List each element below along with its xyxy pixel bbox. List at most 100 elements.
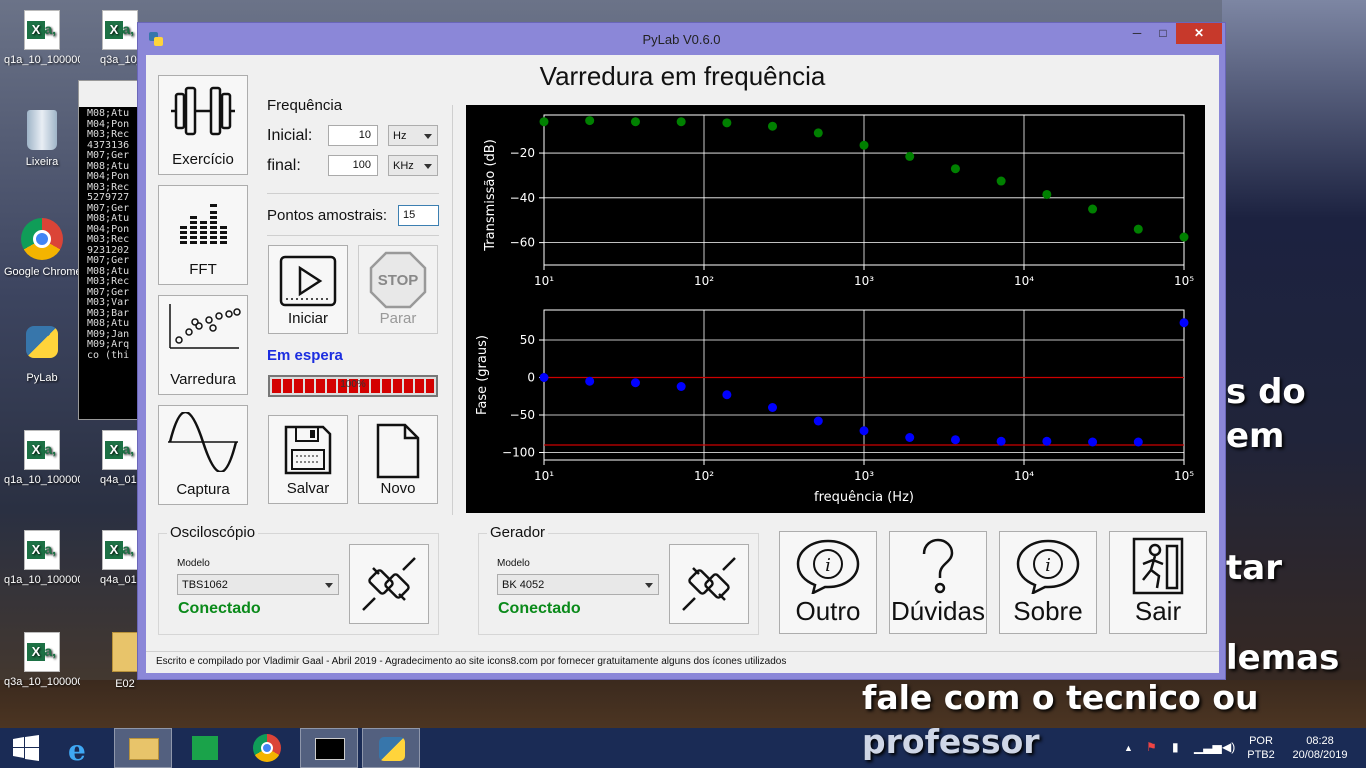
flag-icon[interactable]: ⚑	[1146, 740, 1157, 754]
clock-date: 20/08/2019	[1292, 749, 1348, 761]
taskbar-pylab[interactable]	[362, 728, 420, 768]
desktop-icon-folder[interactable]: E02	[110, 632, 140, 690]
taskbar-internet-explorer[interactable]: e	[54, 728, 112, 768]
oscilloscope-model-label: Modelo	[177, 558, 210, 569]
desktop-icon-excel-file[interactable]: Xa, q1a_10_1000000...	[4, 530, 80, 586]
y-tick-label: −50	[510, 408, 535, 422]
desktop-icon-excel-file[interactable]: Xa, q4a_01...	[100, 430, 140, 486]
help-button[interactable]: Dúvidas	[889, 531, 987, 634]
floppy-disk-icon	[284, 425, 332, 475]
clock-time: 08:28	[1306, 735, 1334, 747]
desktop-icon-chrome[interactable]: Google Chrome	[4, 218, 80, 278]
stop-button[interactable]: STOP Parar	[358, 245, 438, 334]
sweep-button[interactable]: Varredura	[158, 295, 248, 395]
desktop-icon-pylab[interactable]: PyLab	[4, 326, 80, 384]
fft-button[interactable]: FFT	[158, 185, 248, 285]
initial-frequency-input[interactable]: 10	[328, 125, 378, 146]
help-label: Dúvidas	[891, 596, 985, 626]
generator-model-label: Modelo	[497, 558, 530, 569]
data-point	[950, 164, 960, 174]
data-point	[630, 117, 640, 127]
desktop-icon-excel-file[interactable]: Xa, q3a_10_1...	[100, 10, 140, 66]
excel-icon: Xa,	[24, 10, 60, 50]
fft-label: FFT	[189, 261, 217, 278]
keyboard-layout-label: PTB2	[1247, 749, 1275, 761]
excel-icon: Xa,	[24, 530, 60, 570]
start-button[interactable]: Iniciar	[268, 245, 348, 334]
data-point	[539, 373, 549, 382]
minimize-button[interactable]: ─	[1124, 23, 1150, 44]
capture-button[interactable]: Captura	[158, 405, 248, 505]
new-button[interactable]: Novo	[358, 415, 438, 504]
y-tick-label: −60	[510, 236, 535, 250]
initial-unit-select[interactable]: Hz	[388, 125, 438, 146]
desktop-icon-excel-file[interactable]: Xa, q4a_01u...	[100, 530, 140, 586]
battery-icon[interactable]: ▮	[1172, 740, 1179, 754]
final-frequency-input[interactable]: 100	[328, 155, 378, 176]
close-button[interactable]: ✕	[1176, 23, 1222, 44]
taskbar-file-explorer[interactable]	[114, 728, 172, 768]
plug-connect-icon	[362, 557, 416, 611]
show-hidden-icons-icon[interactable]: ▲	[1124, 741, 1133, 755]
data-point	[585, 376, 595, 386]
generator-connect-button[interactable]	[669, 544, 749, 624]
page-title: Varredura em frequência	[539, 61, 826, 91]
sweep-label: Varredura	[170, 371, 236, 388]
final-unit-value: KHz	[393, 160, 414, 172]
about-button[interactable]: i Sobre	[999, 531, 1097, 634]
save-label: Salvar	[286, 480, 330, 497]
window-titlebar[interactable]: PyLab V0.6.0 ─ □ ✕	[138, 23, 1225, 55]
desktop-icon-excel-file[interactable]: Xa, q3a_10_100000...	[4, 632, 80, 688]
magnitude-axes: 10¹ 10² 10³ 10⁴ 10⁵ −20 −40 −60	[510, 114, 1194, 288]
generator-model-select[interactable]: BK 4052	[497, 574, 659, 595]
oscilloscope-group: Osciloscópio Modelo TBS1062 Conectado	[158, 524, 439, 635]
desktop-icon-excel-file[interactable]: Xa, q1a_10_100000...	[4, 10, 80, 66]
x-tick-label: 10⁵	[1174, 274, 1194, 288]
x-tick-label: 10³	[854, 469, 874, 483]
initial-unit-value: Hz	[393, 130, 407, 142]
clock[interactable]: 08:28 20/08/2019	[1286, 734, 1354, 762]
waveform-icon	[168, 412, 238, 472]
data-point	[905, 433, 915, 442]
volume-icon[interactable]: ◀)	[1222, 740, 1235, 754]
sample-points-input[interactable]: 15	[398, 205, 439, 226]
input-language[interactable]: POR PTB2	[1244, 734, 1278, 762]
start-button-taskbar[interactable]	[0, 728, 58, 768]
data-point	[1088, 204, 1098, 214]
exit-icon	[1132, 537, 1184, 595]
data-point	[585, 116, 595, 126]
stop-sign-icon: STOP	[369, 251, 427, 309]
desktop-icon-excel-file[interactable]: Xa, q1a_10_100000...	[4, 430, 80, 486]
save-button[interactable]: Salvar	[268, 415, 348, 504]
taskbar-console[interactable]	[300, 728, 358, 768]
data-point	[1179, 318, 1189, 328]
oscilloscope-connect-button[interactable]	[349, 544, 429, 624]
chevron-down-icon	[424, 164, 432, 169]
taskbar-store[interactable]	[176, 728, 234, 768]
final-unit-select[interactable]: KHz	[388, 155, 438, 176]
folder-icon	[129, 738, 159, 760]
maximize-button[interactable]: □	[1150, 23, 1176, 44]
initial-frequency-label: Inicial:	[267, 127, 313, 144]
data-point	[859, 426, 869, 436]
other-button[interactable]: i Outro	[779, 531, 877, 634]
oscilloscope-model-select[interactable]: TBS1062	[177, 574, 339, 595]
data-point	[722, 118, 732, 128]
chevron-down-icon	[645, 583, 653, 588]
desktop-icon-recycle-bin[interactable]: Lixeira	[4, 110, 80, 168]
exit-button[interactable]: Sair	[1109, 531, 1207, 634]
taskbar-chrome[interactable]	[238, 728, 296, 768]
magnitude-ylabel: Transmissão (dB)	[483, 139, 498, 252]
signal-icon[interactable]: ▁▃▅	[1194, 740, 1222, 754]
stop-sign-text: STOP	[378, 272, 419, 289]
desktop-icon-label: q1a_10_1000000...	[4, 574, 80, 586]
recycle-bin-icon	[27, 110, 57, 150]
taskbar: e ▲ ⚑ ▮ ▁▃▅ ◀) POR PTB2 08:28 20/08/2019	[0, 728, 1366, 768]
stop-label: Parar	[379, 310, 417, 327]
exercise-button[interactable]: Exercício	[158, 75, 248, 175]
data-point	[1133, 224, 1143, 234]
desktop-icon-label: q4a_01u...	[100, 574, 140, 586]
window-client-area: Varredura em frequência Exercício FFT Va…	[146, 55, 1219, 673]
bode-plot: 10¹ 10² 10³ 10⁴ 10⁵ −20 −40 −60 10¹ 10² 10³ 10⁴ 10⁵…	[475, 114, 1194, 505]
desktop-icon-label: q3a_10_1...	[100, 54, 140, 66]
